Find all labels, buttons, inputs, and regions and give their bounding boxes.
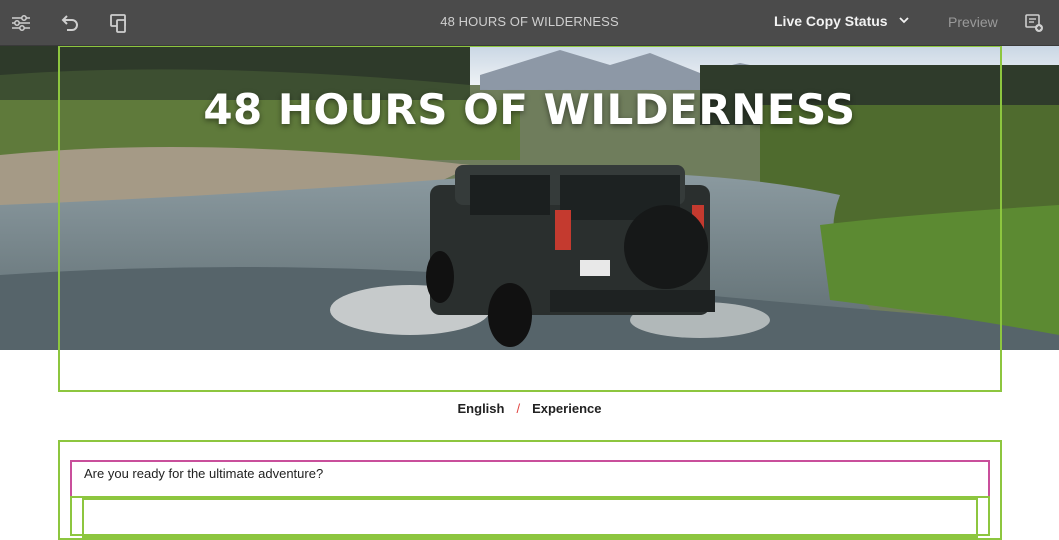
nested-component-outline[interactable] [82,498,978,538]
breadcrumb: English / Experience [0,401,1059,416]
live-copy-status-dropdown[interactable]: Live Copy Status [774,13,910,29]
hero-component-outline[interactable] [58,45,1002,392]
intro-question-text[interactable]: Are you ready for the ultimate adventure… [84,466,323,481]
breadcrumb-item-english[interactable]: English [458,401,505,416]
sliders-icon[interactable] [10,12,32,34]
undo-icon[interactable] [58,12,80,34]
chevron-down-icon [898,13,910,29]
preview-button[interactable]: Preview [948,14,998,30]
annotate-icon[interactable] [1023,12,1045,34]
breadcrumb-item-experience[interactable]: Experience [532,401,601,416]
emulator-icon[interactable] [108,12,130,34]
live-copy-status-label: Live Copy Status [774,13,888,29]
breadcrumb-separator: / [516,401,521,416]
editor-toolbar: 48 HOURS OF WILDERNESS Live Copy Status … [0,0,1059,45]
